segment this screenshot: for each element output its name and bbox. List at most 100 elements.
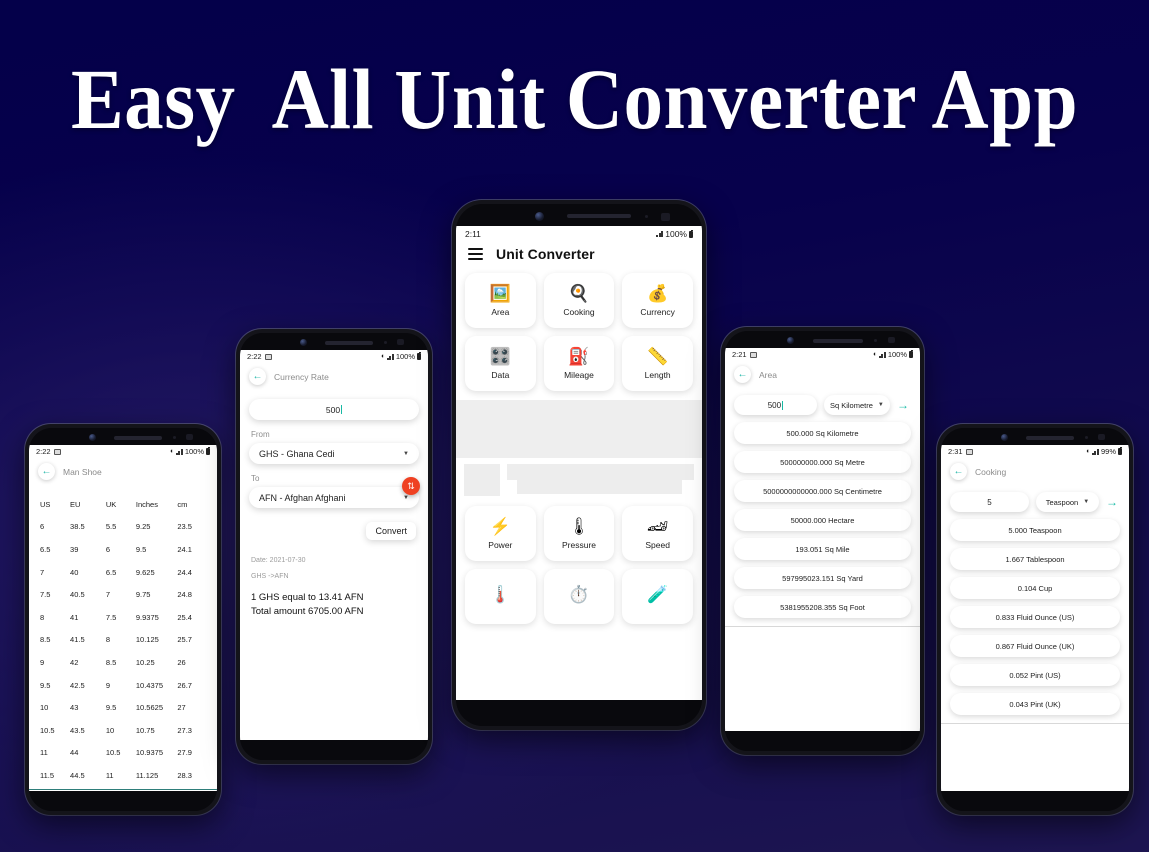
mileage-icon: ⛽ — [568, 346, 590, 366]
table-cell: 44 — [70, 748, 79, 758]
table-row: 11 44 10.5 10.9375 27.9 — [29, 742, 217, 765]
arrow-right-icon[interactable]: → — [897, 399, 911, 411]
screen-title: Area — [759, 369, 777, 380]
currency-pair: GHS ->AFN — [251, 573, 289, 580]
table-row: 7 40 6.5 9.625 24.4 — [29, 561, 217, 584]
converter-tile-partial[interactable]: 🧪 — [622, 569, 693, 624]
convert-button[interactable]: Convert — [366, 522, 416, 540]
to-currency-value: AFN - Afghan Afghani — [259, 492, 346, 503]
converter-tile-power[interactable]: ⚡ Power — [465, 506, 536, 561]
back-arrow-icon[interactable]: ← — [950, 463, 967, 480]
phone-top-bezel — [240, 333, 428, 350]
result-item[interactable]: 0.833 Fluid Ounce (US) — [950, 606, 1120, 628]
table-cell: 44.5 — [70, 770, 85, 780]
from-currency-select[interactable]: GHS - Ghana Cedi ▼ — [249, 443, 419, 464]
light-sensor-icon — [887, 337, 895, 343]
screen-title: Cooking — [975, 466, 1007, 477]
result-item[interactable]: 193.051 Sq Mile — [734, 538, 911, 560]
converter-tile-partial[interactable]: 🌡️ — [465, 569, 536, 624]
from-label: From — [251, 430, 270, 439]
converter-tile-cooking[interactable]: 🍳 Cooking — [543, 273, 615, 328]
table-cell: 41 — [70, 612, 79, 622]
tile-label: Power — [488, 539, 513, 550]
light-sensor-icon — [396, 339, 404, 345]
battery-icon — [417, 352, 421, 360]
table-cell: 9.25 — [135, 522, 151, 532]
result-item[interactable]: 5381955208.355 Sq Foot — [734, 596, 911, 618]
status-time: 2:22 — [36, 447, 51, 456]
back-arrow-icon[interactable]: ← — [38, 463, 55, 480]
status-bar: 2:22 ◐ 100% — [29, 445, 217, 456]
table-cell: 10.5625 — [135, 703, 163, 713]
light-sensor-icon — [661, 213, 671, 221]
result-item[interactable]: 0.052 Pint (US) — [950, 664, 1120, 686]
status-time: 2:11 — [465, 229, 481, 239]
table-cell: 23.5 — [177, 522, 192, 532]
battery-icon — [206, 447, 210, 455]
phone-top-bezel — [29, 428, 217, 445]
tile-label: Pressure — [561, 539, 596, 550]
result-item[interactable]: 1.667 Tablespoon — [950, 548, 1120, 570]
swap-currency-button[interactable]: ⇅ — [402, 477, 420, 495]
table-cell: 9.75 — [135, 590, 151, 600]
result-item[interactable]: 500.000 Sq Kilometre — [734, 422, 911, 444]
col-head-eu: EU — [70, 499, 81, 509]
phone-mockup-home: 2:11 100% Unit Converter 🖼️ Area 🍳 Cooking 💰… — [452, 200, 706, 730]
table-cell: 11.125 — [135, 770, 159, 780]
table-cell: 6 — [105, 544, 110, 554]
table-cell: 8 — [40, 612, 45, 622]
table-cell: 10.4375 — [135, 680, 163, 690]
result-item[interactable]: 597995023.151 Sq Yard — [734, 567, 911, 589]
result-item[interactable]: 5000000000000.000 Sq Centimetre — [734, 480, 911, 502]
converter-tile-partial[interactable]: ⏱️ — [543, 569, 615, 624]
table-row: 8.5 41.5 8 10.125 25.7 — [29, 629, 217, 652]
battery-percent: 100% — [887, 350, 907, 359]
currency-screen: 2:22 ◐ 100% ← Currency Rate 500 From GHS — [240, 350, 428, 740]
back-arrow-icon[interactable]: ← — [249, 368, 266, 385]
phone-top-bezel — [725, 331, 920, 348]
result-item[interactable]: 50000.000 Hectare — [734, 509, 911, 531]
converter-tile-currency[interactable]: 💰 Currency — [622, 273, 693, 328]
earpiece-speaker — [812, 339, 864, 343]
list-bottom-divider — [941, 723, 1129, 724]
battery-icon — [1118, 447, 1122, 455]
area-input-row: 500 Sq Kilometre ▼ → — [725, 387, 920, 418]
shoe-size-table: US EU UK Inches cm 6 38.5 5.5 9.25 23.5 6.5 39… — [29, 484, 217, 790]
table-row: 9 42 8.5 10.25 26 — [29, 651, 217, 674]
amount-input[interactable]: 500 — [249, 399, 419, 420]
status-bar: 2:31 ◐ 99% — [941, 445, 1129, 456]
result-item[interactable]: 0.867 Fluid Ounce (UK) — [950, 635, 1120, 657]
arrow-right-icon[interactable]: → — [1106, 496, 1120, 508]
table-cell: 10.125 — [135, 635, 159, 645]
table-cell: 24.4 — [177, 567, 192, 577]
cooking-appbar: ← Cooking — [941, 456, 1129, 484]
result-item[interactable]: 0.104 Cup — [950, 577, 1120, 599]
back-arrow-icon[interactable]: ← — [734, 366, 751, 383]
converter-tile-data[interactable]: 🎛️ Data — [465, 336, 536, 391]
status-bar: 2:11 100% — [456, 226, 702, 239]
front-camera-icon — [300, 339, 308, 346]
wifi-icon: ◐ — [873, 351, 877, 358]
result-item[interactable]: 500000000.000 Sq Metre — [734, 451, 911, 473]
converter-tile-speed[interactable]: 🏎 Speed — [622, 506, 693, 561]
table-row: 6.5 39 6 9.5 24.1 — [29, 538, 217, 561]
hamburger-menu-icon[interactable] — [468, 248, 483, 260]
cooking-unit-select[interactable]: Teaspoon ▼ — [1035, 492, 1099, 512]
converter-tile-area[interactable]: 🖼️ Area — [465, 273, 536, 328]
result-item[interactable]: 0.043 Pint (UK) — [950, 693, 1120, 715]
ad-placeholder — [456, 400, 702, 458]
proximity-sensor-icon — [1084, 436, 1088, 439]
front-camera-icon — [1001, 434, 1009, 441]
tile-label: Data — [491, 369, 510, 380]
col-head-cm: cm — [177, 499, 188, 509]
result-item[interactable]: 5.000 Teaspoon — [950, 519, 1120, 541]
area-unit-select[interactable]: Sq Kilometre ▼ — [823, 395, 890, 415]
converter-tile-pressure[interactable]: 🌡 Pressure — [543, 506, 615, 561]
cooking-input-value: 5 — [987, 497, 992, 507]
converter-tile-length[interactable]: 📏 Length — [622, 336, 693, 391]
area-value-input[interactable]: 500 — [734, 395, 817, 415]
to-currency-select[interactable]: AFN - Afghan Afghani ▼ — [249, 487, 419, 508]
cooking-value-input[interactable]: 5 — [950, 492, 1029, 512]
converter-tile-mileage[interactable]: ⛽ Mileage — [543, 336, 615, 391]
table-cell: 27.3 — [177, 725, 192, 735]
